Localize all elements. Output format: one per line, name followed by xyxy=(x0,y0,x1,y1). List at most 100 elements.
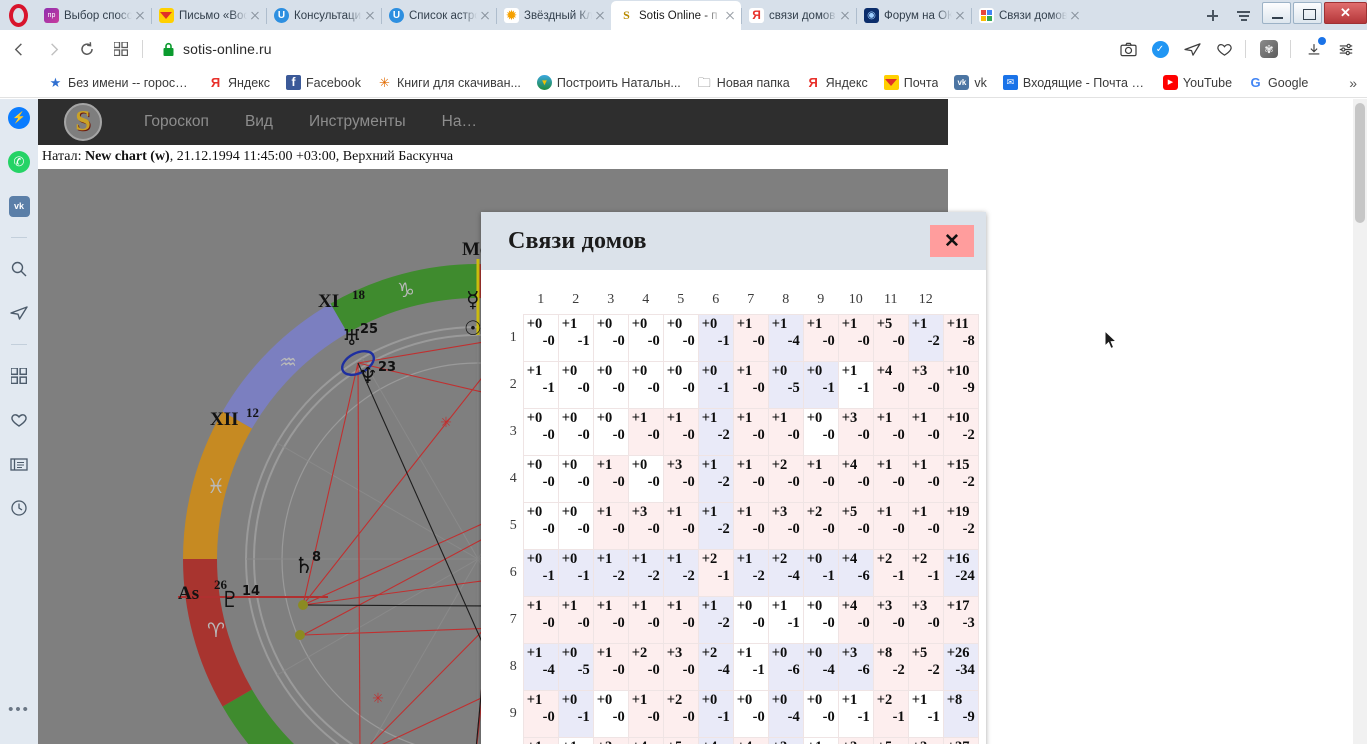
tab-close-icon[interactable] xyxy=(362,8,378,24)
bookmark-item[interactable]: Входящие - Почта M... xyxy=(995,71,1155,95)
browser-tab[interactable]: Список астрол xyxy=(381,1,496,30)
tab-close-icon[interactable] xyxy=(132,8,148,24)
easy-setup-icon[interactable] xyxy=(1331,34,1361,64)
bookmark-item[interactable]: vk xyxy=(946,71,995,95)
browser-tab[interactable]: связи домов ш xyxy=(741,1,856,30)
bookmark-item[interactable]: Без имени -- гороско... xyxy=(40,71,200,95)
cell-positive: +0 xyxy=(526,504,543,520)
tab-close-icon[interactable] xyxy=(952,8,968,24)
opera-logo-icon[interactable] xyxy=(0,0,36,30)
column-header: 5 xyxy=(677,292,685,307)
row-header: 1 xyxy=(509,330,517,345)
cell-negative: -2 xyxy=(962,474,975,491)
cell-positive: +3 xyxy=(912,739,940,744)
cell-negative: -0 xyxy=(927,615,940,632)
sidebar-item-speeddial[interactable] xyxy=(4,361,34,391)
bookmark-item[interactable]: YouTube xyxy=(1155,71,1240,95)
tab-close-icon[interactable] xyxy=(837,8,853,24)
extension-icon[interactable]: ✾ xyxy=(1254,34,1284,64)
sidebar-item-favorites[interactable] xyxy=(4,405,34,435)
table-cell: +1-0 xyxy=(872,502,909,550)
browser-tab[interactable]: Sotis Online - п xyxy=(611,1,741,30)
table-body: 1 +0 -0 +1 -1 +0 -0 +0 -0 +0 -0 +0 -1 +1 -0 +1 -4 +1 -0 +1-… xyxy=(488,314,979,744)
browser-tab[interactable]: Форум на ОКУ xyxy=(856,1,971,30)
cell-positive: +3 xyxy=(631,504,648,520)
cell-positive: +0 xyxy=(561,551,578,567)
cell-negative: -2 xyxy=(717,474,730,491)
tab-close-icon[interactable] xyxy=(1067,8,1083,24)
forward-arrow-icon xyxy=(38,34,68,64)
window-close-button[interactable] xyxy=(1324,2,1367,24)
table-cell: +1-0 xyxy=(837,314,874,362)
tab-close-icon[interactable] xyxy=(477,8,493,24)
cell-negative: -2 xyxy=(647,568,660,585)
site-nav-item[interactable]: На… xyxy=(442,113,477,131)
tab-close-icon[interactable] xyxy=(592,8,608,24)
table-cell: +1 -2 xyxy=(592,549,629,597)
cell-negative: -0 xyxy=(822,615,835,632)
cell-negative: -0 xyxy=(647,521,660,538)
scrollbar-thumb[interactable] xyxy=(1355,103,1365,223)
bookmark-item[interactable]: Новая папка xyxy=(689,71,798,95)
vpn-shield-check-icon[interactable]: ✓ xyxy=(1145,34,1175,64)
cell-positive: +0 xyxy=(701,363,718,379)
minimize-button[interactable] xyxy=(1262,2,1291,24)
bookmark-item[interactable]: Яндекс xyxy=(798,71,876,95)
cell-negative: -0 xyxy=(682,662,695,679)
table-cell: +1-0 xyxy=(592,455,629,503)
cell-negative: -0 xyxy=(822,521,835,538)
reload-icon[interactable] xyxy=(72,34,102,64)
bookmark-item[interactable]: Яндекс xyxy=(200,71,278,95)
tab-menu-icon[interactable] xyxy=(1226,1,1260,30)
cell-positive: +0 xyxy=(701,316,718,332)
padlock-icon[interactable] xyxy=(153,34,183,64)
table-cell: +37-18 xyxy=(942,737,979,744)
svg-text:25: 25 xyxy=(360,322,378,337)
sidebar-more-dots-icon[interactable]: ••• xyxy=(8,701,30,718)
sidebar-item-whatsapp[interactable] xyxy=(4,147,34,177)
bookmark-item[interactable]: Почта xyxy=(876,71,947,95)
browser-tab[interactable]: Связи домов - xyxy=(971,1,1086,30)
table-cell: +1 -2 xyxy=(697,596,734,644)
bookmark-item[interactable]: Построить Натальн... xyxy=(529,71,689,95)
sidebar-item-news[interactable] xyxy=(4,449,34,479)
tab-close-icon[interactable] xyxy=(722,8,738,24)
cell-positive: +1 xyxy=(526,598,543,614)
sidebar-item-send[interactable] xyxy=(4,298,34,328)
sotis-logo-icon[interactable] xyxy=(60,103,106,141)
new-tab-button[interactable] xyxy=(1198,1,1226,30)
sidebar-item-search[interactable] xyxy=(4,254,34,284)
page-scrollbar[interactable] xyxy=(1353,99,1367,744)
cell-negative: -0 xyxy=(577,427,590,444)
site-nav-item[interactable]: Вид xyxy=(245,113,273,131)
sidebar-item-history[interactable] xyxy=(4,493,34,523)
sidebar-item-messenger[interactable] xyxy=(4,103,34,133)
address-bar[interactable]: sotis-online.ru xyxy=(183,41,1111,57)
table-cell: +4-6 xyxy=(837,549,874,597)
table-cell: +0 -1 xyxy=(557,549,594,597)
sidebar-item-vk[interactable] xyxy=(4,191,34,221)
cell-negative: -34 xyxy=(955,662,975,679)
tab-close-icon[interactable] xyxy=(247,8,263,24)
browser-tab[interactable]: Консультация xyxy=(266,1,381,30)
speed-dial-grid-icon[interactable] xyxy=(106,34,136,64)
browser-tab[interactable]: Письмо «Восст xyxy=(151,1,266,30)
bookmark-item[interactable]: Книги для скачиван... xyxy=(369,71,529,95)
maximize-button[interactable] xyxy=(1293,2,1322,24)
bookmark-item[interactable]: Google xyxy=(1240,71,1316,95)
send-paperplane-icon[interactable] xyxy=(1177,34,1207,64)
close-icon[interactable]: ✕ xyxy=(930,225,974,257)
back-arrow-icon[interactable] xyxy=(4,34,34,64)
download-icon[interactable] xyxy=(1299,34,1329,64)
site-nav-item[interactable]: Гороскоп xyxy=(144,113,209,131)
snapshot-camera-icon[interactable] xyxy=(1113,34,1143,64)
site-nav-item[interactable]: Инструменты xyxy=(309,113,406,131)
bookmarks-overflow-icon[interactable]: » xyxy=(1349,75,1367,91)
whatsapp-icon xyxy=(8,151,30,173)
browser-tab[interactable]: Звёздный Клу xyxy=(496,1,611,30)
heart-icon[interactable] xyxy=(1209,34,1239,64)
mail-icon xyxy=(883,75,899,90)
cell-positive: +4 xyxy=(737,739,765,744)
browser-tab[interactable]: Выбор способа xyxy=(36,1,151,30)
bookmark-item[interactable]: Facebook xyxy=(278,71,369,95)
